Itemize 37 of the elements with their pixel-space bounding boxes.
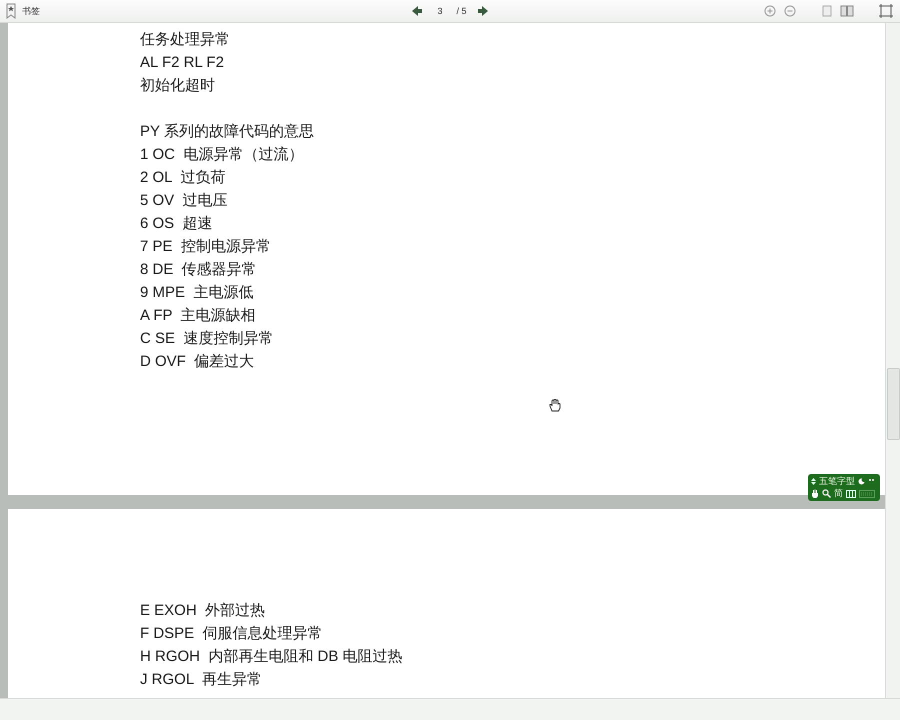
- input-method-bar[interactable]: 五笔字型 简: [808, 474, 880, 501]
- input-mode-label[interactable]: 五笔字型: [819, 476, 855, 487]
- moon-icon[interactable]: [858, 478, 865, 485]
- text-line: 6 OS 超速: [140, 214, 214, 234]
- text-line: 7 PE 控制电源异常: [140, 237, 272, 257]
- zoom-in-icon[interactable]: [764, 5, 776, 17]
- script-label[interactable]: 简: [834, 488, 843, 499]
- two-page-icon[interactable]: [840, 5, 854, 17]
- text-line: C SE 速度控制异常: [140, 329, 274, 349]
- toggle-icon[interactable]: [811, 478, 816, 485]
- zoom-out-icon[interactable]: [784, 5, 796, 17]
- text-line: 初始化超时: [140, 76, 216, 96]
- text-line: 2 OL 过负荷: [140, 168, 226, 188]
- search-icon[interactable]: [822, 489, 831, 498]
- fullwidth-icon[interactable]: [846, 490, 856, 498]
- page-total: / 5: [456, 6, 467, 16]
- text-line: 任务处理异常: [140, 30, 231, 50]
- bookmark-icon[interactable]: [6, 3, 16, 19]
- text-line: F DSPE 伺服信息处理异常: [140, 624, 324, 644]
- text-line: 1 OC 电源异常（过流）: [140, 145, 304, 165]
- page-number[interactable]: 3: [433, 6, 446, 16]
- text-line: A FP 主电源缺相: [140, 306, 257, 326]
- text-line: AL F2 RL F2: [140, 53, 225, 73]
- text-line: H RGOH 内部再生电阻和 DB 电阻过热: [140, 647, 404, 667]
- bookmarks-label[interactable]: 书签: [22, 4, 40, 18]
- text-line: PY 系列的故障代码的意思: [140, 122, 315, 142]
- text-line: 8 DE 传感器异常: [140, 260, 258, 280]
- fit-page-icon[interactable]: [878, 3, 894, 19]
- text-line: 9 MPE 主电源低: [140, 283, 254, 303]
- text-line: D OVF 偏差过大: [140, 352, 256, 372]
- text-line: E EXOH 外部过热: [140, 601, 266, 621]
- scrollbar-thumb[interactable]: [886, 368, 900, 440]
- previous-page-icon[interactable]: [411, 5, 424, 17]
- text-line: 5 OV 过电压: [140, 191, 229, 211]
- text-line: J RGOL 再生异常: [140, 670, 263, 690]
- next-page-icon[interactable]: [476, 5, 489, 17]
- hand-icon[interactable]: [811, 489, 819, 498]
